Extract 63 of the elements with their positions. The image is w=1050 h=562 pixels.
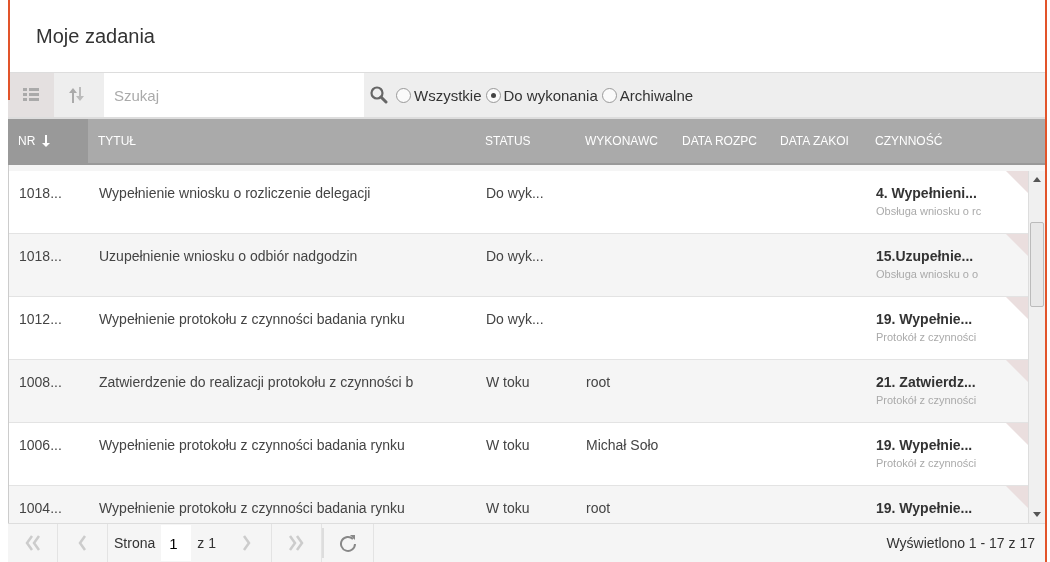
table-cell-text: Do wyk... [485, 310, 545, 329]
filter-radio[interactable]: Wszystkie [396, 86, 482, 104]
table-cell-text: 1004... [18, 499, 63, 518]
records-summary: Wyświetlono 1 - 17 z 17 [886, 535, 1035, 551]
down-arrow-icon [41, 135, 52, 148]
table-cell-text: W toku [485, 499, 531, 518]
table-cell-text: W toku [485, 373, 531, 392]
activity-process: Protokół z czynności [876, 331, 978, 343]
page-field[interactable]: 1 [161, 525, 192, 561]
table-cell-text: Wypełnienie protokołu z czynności badania rynku [98, 436, 406, 455]
table-cell-text: W toku [485, 436, 531, 455]
table-cell-text: Do wyk... [485, 184, 545, 203]
scroll-up-icon[interactable] [1033, 177, 1041, 182]
activity-name: 4. Wypełnieni... [876, 185, 978, 201]
filter-radio[interactable]: Archiwalne [601, 86, 694, 104]
refresh-icon[interactable] [339, 534, 358, 552]
table-cell-text: Wypełnienie protokołu z czynności badania rynku [98, 499, 406, 518]
activity-process: Obsługa wniosku o rc [876, 205, 983, 217]
corner-icon [1006, 297, 1028, 319]
table-cell-text: 1006... [18, 436, 63, 455]
activity-process: Protokół z czynności [876, 394, 978, 406]
last-page-icon[interactable] [287, 534, 306, 552]
list-icon[interactable] [23, 88, 39, 103]
table-row[interactable]: 1008... Zatwierdzenie do realizacji protokołu z czynności b W toku root 21. Zatwierdz... Protokół z czynności [9, 360, 1028, 423]
table-cell-text: 1018... [18, 184, 63, 203]
activity-name: 19. Wypełnie... [876, 500, 974, 516]
scroll-thumb[interactable] [1030, 222, 1044, 307]
activity-name: 15.Uzupełnie... [876, 248, 975, 264]
table-cell-text: Wypełnienie protokołu z czynności badania rynku [98, 310, 406, 329]
corner-icon [1006, 360, 1028, 382]
filter-radio[interactable]: Do wykonania [485, 86, 598, 104]
first-page-icon[interactable] [23, 534, 42, 552]
activity-process: Obsługa wniosku o o [876, 268, 980, 280]
table-cell-text: 1008... [18, 373, 63, 392]
scroll-down-icon[interactable] [1033, 512, 1041, 517]
table-cell-text: root [585, 373, 612, 392]
scrollbar[interactable] [1028, 171, 1045, 523]
activity-process: Protokół z czynności [876, 457, 978, 469]
table-row[interactable]: 1012... Wypełnienie protokołu z czynności badania rynku Do wyk... 19. Wypełnie... Protokół z czynności [9, 297, 1028, 360]
table-cell-text: root [585, 499, 612, 518]
table-cell-text: Michał Soło [585, 436, 660, 455]
search-field[interactable]: Szukaj [104, 73, 364, 118]
panel-title: Moje zadania [36, 24, 155, 48]
table-row[interactable]: 1006... Wypełnienie protokołu z czynności badania rynku W toku Michał Soło 19. Wypełnie... Protokół z czynności [9, 423, 1028, 486]
table-cell-text: Do wyk... [485, 247, 545, 266]
activity-name: 19. Wypełnie... [876, 437, 974, 453]
activity-name: 21. Zatwierdz... [876, 374, 977, 390]
table-cell-text: 1012... [18, 310, 63, 329]
table-cell-text: 1018... [18, 247, 63, 266]
sort-icon[interactable] [68, 87, 84, 104]
corner-icon [1006, 486, 1028, 508]
corner-icon [1006, 171, 1028, 193]
table-cell-text: Wypełnienie wniosku o rozliczenie delegacji [98, 184, 372, 203]
table-row[interactable]: 1018... Uzupełnienie wniosku o odbiór nadgodzin Do wyk... 15.Uzupełnie... Obsługa wniosku o o [9, 234, 1028, 297]
corner-icon [1006, 234, 1028, 256]
table-cell-text: Uzupełnienie wniosku o odbiór nadgodzin [98, 247, 359, 266]
activity-name: 19. Wypełnie... [876, 311, 974, 327]
table-cell-text: Zatwierdzenie do realizacji protokołu z czynności b [98, 373, 415, 392]
search-icon[interactable] [370, 86, 388, 105]
page-count: z 1 [196, 535, 217, 551]
table-row[interactable]: 1018... Wypełnienie wniosku o rozliczenie delegacji Do wyk... 4. Wypełnieni... Obsługa wniosku o rc [9, 171, 1028, 234]
page-label: Strona [113, 535, 157, 551]
corner-icon [1006, 423, 1028, 445]
